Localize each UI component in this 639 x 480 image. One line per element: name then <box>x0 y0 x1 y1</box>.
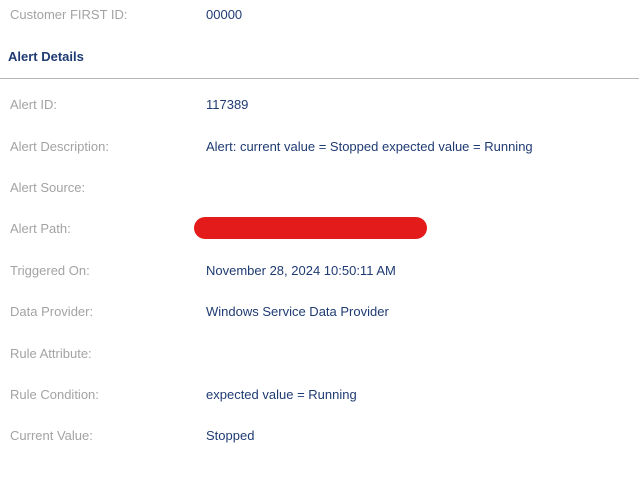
alert-id-label: Alert ID: <box>10 97 57 112</box>
triggered-on-row: Triggered On: November 28, 2024 10:50:11… <box>0 260 639 282</box>
data-provider-label: Data Provider: <box>10 304 94 319</box>
section-title: Alert Details <box>8 49 84 64</box>
alert-description-label: Alert Description: <box>10 139 109 154</box>
alert-description-row: Alert Description: Alert: current value … <box>0 136 639 158</box>
current-value-value: Stopped <box>206 428 255 443</box>
customer-first-id-value: 00000 <box>206 7 243 22</box>
rule-attribute-label: Rule Attribute: <box>10 346 92 361</box>
data-provider-row: Data Provider: Windows Service Data Prov… <box>0 301 639 323</box>
alert-id-value: 117389 <box>206 97 249 112</box>
alert-id-row: Alert ID: 117389 <box>0 94 639 116</box>
alert-path-label: Alert Path: <box>10 221 71 236</box>
alert-path-redaction <box>194 217 427 239</box>
alert-source-label: Alert Source: <box>10 180 86 195</box>
customer-first-id-label: Customer FIRST ID: <box>10 7 128 22</box>
section-divider <box>0 78 639 79</box>
triggered-on-value: November 28, 2024 10:50:11 AM <box>206 263 396 278</box>
data-provider-value: Windows Service Data Provider <box>206 304 389 319</box>
current-value-row: Current Value: Stopped <box>0 425 639 447</box>
alert-description-value: Alert: current value = Stopped expected … <box>206 139 533 154</box>
rule-condition-value: expected value = Running <box>206 387 357 402</box>
alert-source-row: Alert Source: <box>0 177 639 199</box>
customer-first-id-row: Customer FIRST ID: 00000 <box>0 4 639 26</box>
current-value-label: Current Value: <box>10 428 93 443</box>
rule-attribute-row: Rule Attribute: <box>0 343 639 365</box>
triggered-on-label: Triggered On: <box>10 263 90 278</box>
rule-condition-row: Rule Condition: expected value = Running <box>0 384 639 406</box>
rule-condition-label: Rule Condition: <box>10 387 99 402</box>
